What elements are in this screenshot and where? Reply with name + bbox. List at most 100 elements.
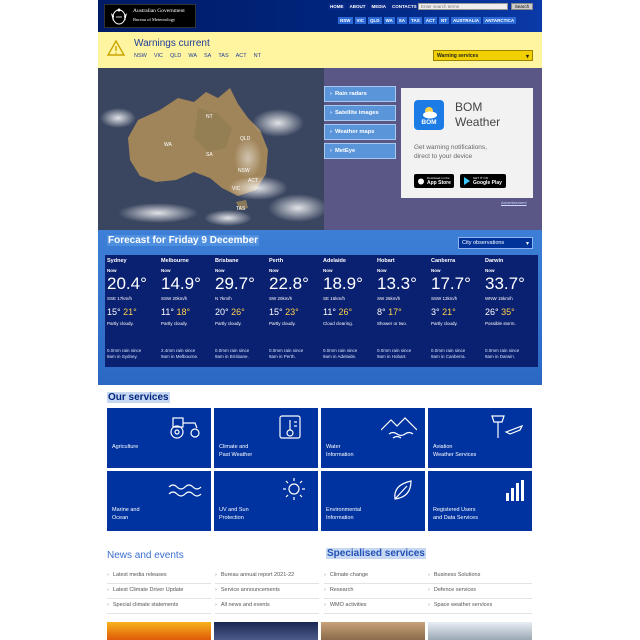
search-button[interactable]: Search [511,3,533,10]
map-label-wa[interactable]: WA [164,142,173,148]
promo-image-lightning[interactable] [214,622,318,640]
specialised-link-space-weather[interactable]: › Space weather services [428,602,532,614]
link-label: All news and events [220,602,270,608]
rain-radars-label: Rain radars [334,91,367,97]
city-forecast-melbourne[interactable]: Melbourne Now 14.9° SSW 20km/h 11° 18° P… [159,255,213,367]
specialised-link-research[interactable]: › Research [324,587,428,599]
map-section: NT QLD WA SA NSW ACT VIC TAS › Rain radar… [98,68,542,230]
promo-image-sunset[interactable] [107,622,211,640]
map-label-tas[interactable]: TAS [236,206,246,212]
advertisement-link[interactable]: Advertisement [501,200,527,205]
app-store-badge[interactable]: Download on the App Store [414,174,454,188]
state-nav-qld[interactable]: QLD [368,17,382,24]
warning-link-vic[interactable]: VIC [154,53,163,59]
city-observations-select[interactable]: City observations ▾ [458,237,533,249]
service-tile-climate[interactable]: Climate and Past Weather [214,408,318,468]
rain-radars-link[interactable]: › Rain radars [324,86,396,102]
top-nav-contacts[interactable]: CONTACTS [390,3,419,10]
map-label-qld[interactable]: QLD [240,136,251,142]
service-tile-agriculture[interactable]: Agriculture [107,408,211,468]
satellite-images-link[interactable]: › Satellite images [324,105,396,121]
warning-link-wa[interactable]: WA [188,53,197,59]
state-nav-nt[interactable]: NT [438,17,449,24]
city-forecast-canberra[interactable]: Canberra Now 17.7° SSW 13km/h 3° 21° Par… [429,255,483,367]
state-nav-tas[interactable]: TAS [409,17,422,24]
city-forecast-brisbane[interactable]: Brisbane Now 29.7° N 7km/h 20° 26° Partl… [213,255,267,367]
bom-weather-app-ad[interactable]: BOM BOM Weather Get warning notification… [401,88,533,198]
map-label-nsw[interactable]: NSW [238,168,250,174]
bom-logo[interactable]: Australian Government Bureau of Meteorol… [104,4,196,28]
service-tile-aviation[interactable]: Aviation Weather Services [428,408,532,468]
news-link-service-announcements[interactable]: › Service announcements [215,587,319,599]
service-tile-marine[interactable]: Marine and Ocean [107,471,211,531]
city-name: Hobart [377,258,395,264]
forecast-description: Partly cloudy. [269,321,296,326]
max-temp: 21° [123,307,137,317]
tile-label-line2: Ocean [112,515,129,521]
map-label-act[interactable]: ACT [248,178,258,184]
state-nav-antarctica[interactable]: ANTARCTICA [482,17,517,24]
bar-chart-icon [506,480,524,501]
service-tile-uv[interactable]: UV and Sun Protection [214,471,318,531]
warnings-title[interactable]: Warnings current [134,38,210,49]
service-tile-registered-users[interactable]: Registered Users and Data Services [428,471,532,531]
service-tile-water[interactable]: Water Information [321,408,425,468]
specialised-link-defence[interactable]: › Defence services [428,587,532,599]
warning-link-nsw[interactable]: NSW [134,53,147,59]
promo-image-tower[interactable] [428,622,532,640]
top-nav-home[interactable]: HOME [328,3,346,10]
news-link-special-statements[interactable]: › Special climate statements [107,602,211,614]
map-label-sa[interactable]: SA [206,152,213,158]
state-nav-sa[interactable]: SA [396,17,408,24]
main-content: Australian Government Bureau of Meteorol… [98,0,542,640]
specialised-services-title[interactable]: Specialised services [326,548,426,559]
service-tile-environmental[interactable]: Environmental Information [321,471,425,531]
now-label: Now [107,268,117,273]
city-forecast-adelaide[interactable]: Adelaide Now 18.9° SE 15km/h 11° 26° Clo… [321,255,375,367]
state-nav-vic[interactable]: VIC [354,17,367,24]
warning-link-qld[interactable]: QLD [170,53,181,59]
weather-maps-link[interactable]: › Weather maps [324,124,396,140]
current-temp: 22.8° [269,274,309,293]
specialised-link-climate-change[interactable]: › Climate change [324,572,428,584]
news-link-climate-driver[interactable]: › Latest Climate Driver Update [107,587,211,599]
warning-link-act[interactable]: ACT [236,53,247,59]
specialised-link-business[interactable]: › Business Solutions [428,572,532,584]
specialised-link-wmo[interactable]: › WMO activities [324,602,428,614]
meteye-label: MetEye [334,148,356,154]
google-play-badge[interactable]: GET IT ON Google Play [460,174,506,188]
warning-link-nt[interactable]: NT [254,53,261,59]
chevron-right-icon: › [215,587,217,593]
bom-app-logo: BOM [414,100,444,130]
link-label: Latest media releases [112,572,167,578]
warning-services-select[interactable]: Warning services ▾ [433,50,533,61]
warning-link-tas[interactable]: TAS [218,53,228,59]
state-nav-nsw[interactable]: NSW [338,17,353,24]
app-store-text: App Store [427,180,451,186]
state-nav-wa[interactable]: WA [383,17,395,24]
wind: SE 15km/h [323,296,346,301]
wind: SW 20km/h [269,296,293,301]
city-forecast-darwin[interactable]: Darwin Now 33.7° WNW 15km/h 26° 35° Poss… [483,255,537,367]
satellite-map-image[interactable]: NT QLD WA SA NSW ACT VIC TAS [98,68,324,230]
search-input[interactable]: Enter search terms [418,3,508,10]
map-label-vic[interactable]: VIC [232,186,241,192]
city-forecast-perth[interactable]: Perth Now 22.8° SW 20km/h 15° 23° Partly… [267,255,321,367]
city-forecast-hobart[interactable]: Hobart Now 13.3° SW 26km/h 8° 17° Shower… [375,255,429,367]
warning-link-sa[interactable]: SA [204,53,211,59]
top-nav-about[interactable]: ABOUT [347,3,368,10]
top-nav-media[interactable]: MEDIA [369,3,388,10]
bom-app-logo-text: BOM [421,119,437,126]
promo-image-landscape[interactable] [321,622,425,640]
link-label: Bureau annual report 2021-22 [220,572,295,578]
current-temp: 33.7° [485,274,525,293]
state-nav-australia[interactable]: AUSTRALIA [450,17,481,24]
meteye-link[interactable]: › MetEye [324,143,396,159]
map-label-nt[interactable]: NT [206,114,213,120]
state-nav-act[interactable]: ACT [423,17,437,24]
city-forecast-sydney[interactable]: Sydney Now 20.4° SSE 17km/h 15° 21° Part… [105,255,159,367]
news-link-media-releases[interactable]: › Latest media releases [107,572,211,584]
news-link-all-news[interactable]: › All news and events [215,602,319,614]
news-and-events-title[interactable]: News and events [107,550,184,561]
news-link-annual-report[interactable]: › Bureau annual report 2021-22 [215,572,319,584]
